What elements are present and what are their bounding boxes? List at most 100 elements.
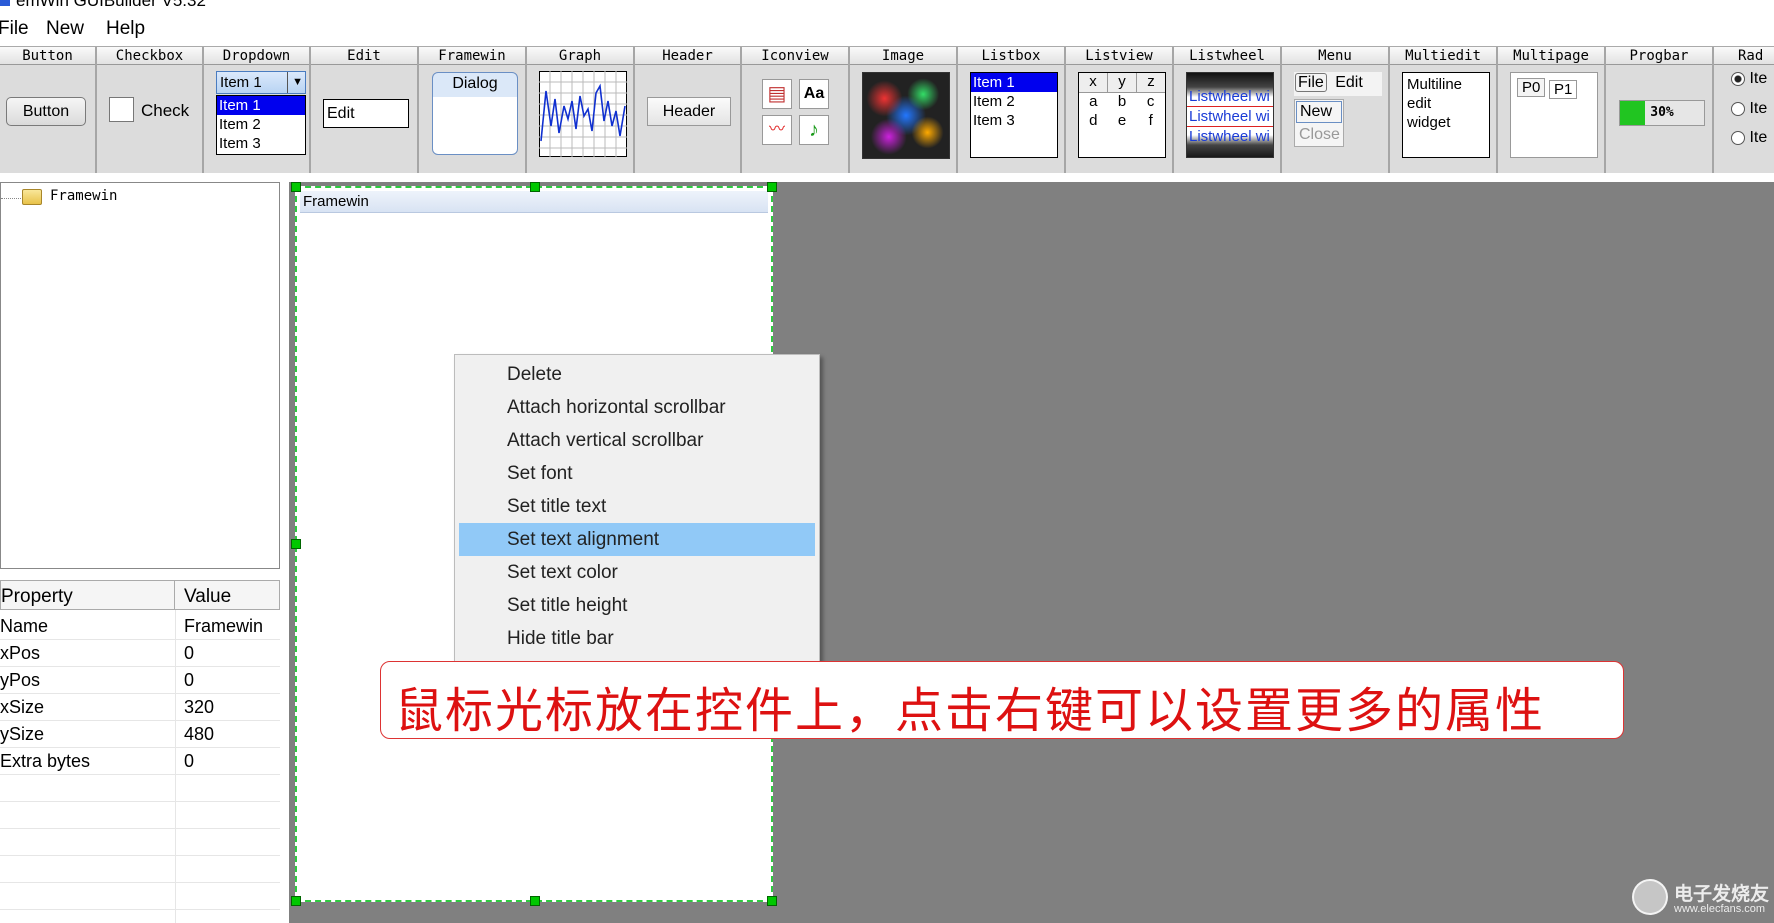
font-aa-icon: Aa	[799, 79, 829, 109]
menu-item-set-text-alignment[interactable]: Set text alignment	[459, 523, 815, 556]
property-row[interactable]: xSize 320	[0, 694, 280, 721]
palette-menu[interactable]: Menu File Edit New Close	[1282, 47, 1390, 173]
multipage-tab: P0	[1517, 78, 1546, 97]
menu-help[interactable]: Help	[106, 18, 145, 40]
watermark-text: 电子发烧友	[1674, 884, 1770, 905]
property-name: xSize	[0, 697, 45, 717]
palette-iconview[interactable]: Iconview ▤ Aa 〰 ♪	[742, 47, 850, 173]
palette-listview[interactable]: Listview x y z a b c d e f	[1066, 47, 1174, 173]
resize-handle[interactable]	[767, 182, 777, 192]
listview-cell: b	[1117, 93, 1127, 110]
resize-handle[interactable]	[291, 182, 301, 192]
listwheel-item: Listwheel wi	[1189, 128, 1270, 145]
resize-handle[interactable]	[530, 896, 540, 906]
property-name: Extra bytes	[0, 751, 91, 771]
resize-handle[interactable]	[291, 896, 301, 906]
resize-handle[interactable]	[767, 896, 777, 906]
widget-tree[interactable]: Framewin	[0, 182, 280, 569]
chart-icon: 〰	[762, 115, 792, 145]
listbox-item: Item 3	[973, 112, 1015, 129]
property-value[interactable]: 480	[184, 724, 214, 745]
menu-item-set-text-color[interactable]: Set text color	[459, 556, 815, 589]
multiedit-line: Multiline	[1407, 76, 1463, 93]
property-value[interactable]: 0	[184, 751, 194, 772]
resize-handle[interactable]	[530, 182, 540, 192]
progress-text: 30%	[1650, 105, 1674, 120]
palette-multiedit[interactable]: Multiedit Multiline edit widget	[1390, 47, 1498, 173]
palette-header: Checkbox	[97, 47, 202, 65]
annotation-text: 鼠标光标放在控件上，点击右键可以设置更多的属性	[395, 683, 1546, 739]
menu-item-delete[interactable]: Delete	[459, 358, 815, 391]
menu-new[interactable]: New	[46, 18, 84, 40]
palette-header: Rad	[1714, 47, 1774, 65]
property-row[interactable]: xPos 0	[0, 640, 280, 667]
palette-header: Listwheel	[1174, 47, 1280, 65]
property-row[interactable]: ySize 480	[0, 721, 280, 748]
radio-label: Ite	[1749, 70, 1768, 87]
palette-header: Button	[0, 47, 95, 65]
multiedit-preview: Multiline edit widget	[1402, 72, 1490, 158]
listview-cell: c	[1146, 93, 1155, 110]
palette-multipage[interactable]: Multipage P0 P1	[1498, 47, 1606, 173]
app-title: emWin GUIBuilder V5.32	[16, 0, 206, 8]
property-row[interactable]: yPos 0	[0, 667, 280, 694]
resize-handle[interactable]	[291, 539, 301, 549]
listbox-item: Item 1	[971, 73, 1057, 92]
listwheel-preview: Listwheel wi Listwheel wi Listwheel wi	[1186, 72, 1274, 158]
empty-row	[0, 856, 280, 883]
menu-file[interactable]: File	[0, 18, 29, 40]
edit-field: Edit	[323, 99, 409, 128]
column-header-property: Property	[1, 586, 73, 607]
palette-dropdown[interactable]: Dropdown Item 1 ▼ Item 1 Item 2 Item 3	[204, 47, 311, 173]
property-value[interactable]: Framewin	[184, 616, 263, 637]
widget-palette: Button Button Checkbox Check Dropdown It…	[0, 46, 1774, 173]
image-preview	[862, 72, 950, 159]
property-value[interactable]: 0	[184, 670, 194, 691]
menu-item-set-font[interactable]: Set font	[459, 457, 815, 490]
palette-image[interactable]: Image	[850, 47, 958, 173]
property-table: Property Value Name Framewin xPos 0 yPos 0 …	[0, 580, 280, 923]
palette-header-widget[interactable]: Header Header	[635, 47, 742, 173]
property-name: xPos	[0, 643, 41, 663]
folder-icon	[22, 189, 42, 205]
palette-edit[interactable]: Edit Edit	[311, 47, 419, 173]
tree-item-framewin[interactable]: Framewin	[50, 188, 117, 204]
palette-button[interactable]: Button Button	[0, 47, 97, 173]
radio-icon	[1731, 71, 1745, 86]
radio-icon	[1731, 130, 1745, 145]
palette-header: Menu	[1282, 47, 1388, 65]
palette-listwheel[interactable]: Listwheel Listwheel wi Listwheel wi List…	[1174, 47, 1282, 173]
chevron-down-icon: ▼	[287, 72, 303, 93]
menu-item-hide-title-bar[interactable]: Hide title bar	[459, 622, 815, 655]
multiedit-line: edit	[1407, 95, 1432, 112]
progress-bar: 30%	[1619, 100, 1705, 126]
books-icon: ▤	[762, 79, 792, 109]
property-value[interactable]: 0	[184, 643, 194, 664]
menu-bar: File New Help	[0, 14, 1774, 44]
listview-cell: d	[1089, 112, 1098, 129]
dropdown-item: Item 2	[219, 116, 261, 133]
menu-item-attach-hscroll[interactable]: Attach horizontal scrollbar	[459, 391, 815, 424]
palette-radio[interactable]: Rad Ite Ite Ite	[1714, 47, 1774, 173]
annotation-callout: 鼠标光标放在控件上，点击右键可以设置更多的属性	[380, 661, 1624, 739]
property-name: Name	[0, 616, 49, 636]
palette-progbar[interactable]: Progbar 30%	[1606, 47, 1714, 173]
watermark: 电子发烧友 www.elecfans.com	[1630, 875, 1774, 923]
menu-item-set-title-height[interactable]: Set title height	[459, 589, 815, 622]
menu-preview-bar: File Edit	[1294, 72, 1382, 96]
property-row[interactable]: Name Framewin	[0, 613, 280, 640]
dropdown-field: Item 1 ▼	[216, 71, 306, 94]
property-row[interactable]: Extra bytes 0	[0, 748, 280, 775]
listview-col: z	[1147, 73, 1155, 90]
menu-item-attach-vscroll[interactable]: Attach vertical scrollbar	[459, 424, 815, 457]
app-icon	[0, 0, 10, 6]
property-value[interactable]: 320	[184, 697, 214, 718]
dropdown-item: Item 3	[219, 135, 261, 152]
multiedit-line: widget	[1407, 114, 1451, 131]
palette-framewin[interactable]: Framewin Dialog	[419, 47, 527, 173]
palette-graph[interactable]: Graph	[527, 47, 635, 173]
palette-checkbox[interactable]: Checkbox Check	[97, 47, 204, 173]
palette-listbox[interactable]: Listbox Item 1 Item 2 Item 3	[958, 47, 1066, 173]
menu-item-set-title-text[interactable]: Set title text	[459, 490, 815, 523]
palette-header: Graph	[527, 47, 633, 65]
